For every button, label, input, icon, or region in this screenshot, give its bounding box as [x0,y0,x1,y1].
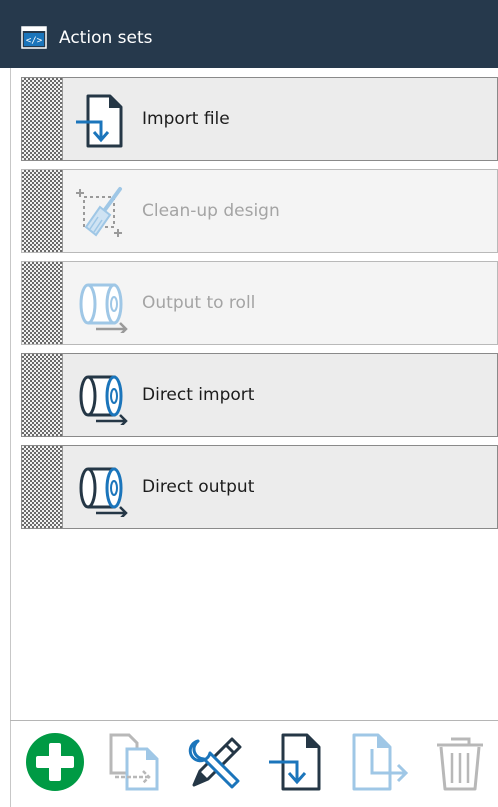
action-set-label: Output to roll [142,293,256,313]
action-set-label: Direct import [142,385,255,405]
drag-handle[interactable] [22,446,63,528]
action-set-direct-output[interactable]: Direct output [21,445,498,529]
import-button[interactable] [267,731,329,793]
duplicate-button[interactable] [105,731,167,793]
import-file-icon [76,94,123,148]
action-set-clean-up-design[interactable]: Clean-up design [21,169,498,253]
svg-text:</>: </> [26,36,43,46]
title-bar: </> Action sets [0,0,498,68]
trash-icon [437,737,483,791]
clean-up-icon [76,187,122,237]
drag-handle[interactable] [22,262,63,344]
plus-circle-icon [26,733,84,791]
export-button[interactable] [348,731,410,793]
roll-output-icon [79,467,128,517]
panel-title: Action sets [59,28,153,48]
edit-button[interactable] [186,731,248,793]
duplicate-icon [109,733,159,791]
roll-output-icon [79,375,128,425]
bottom-toolbar [10,721,498,807]
action-set-label: Import file [142,109,230,129]
action-set-direct-import[interactable]: Direct import [21,353,498,437]
action-set-label: Direct output [142,477,255,497]
add-button[interactable] [24,731,86,793]
drag-handle[interactable] [22,78,63,160]
action-sets-panel: Import file Clean-up design Output to ro… [10,68,498,807]
drag-handle[interactable] [22,170,63,252]
tools-icon [188,737,242,789]
action-set-label: Clean-up design [142,201,280,221]
action-set-output-to-roll[interactable]: Output to roll [21,261,498,345]
action-set-import-file[interactable]: Import file [21,77,498,161]
delete-button[interactable] [429,731,491,793]
roll-output-icon [79,283,128,333]
code-window-icon: </> [21,26,47,49]
export-file-icon [352,733,409,791]
drag-handle[interactable] [22,354,63,436]
import-file-icon [269,733,321,791]
